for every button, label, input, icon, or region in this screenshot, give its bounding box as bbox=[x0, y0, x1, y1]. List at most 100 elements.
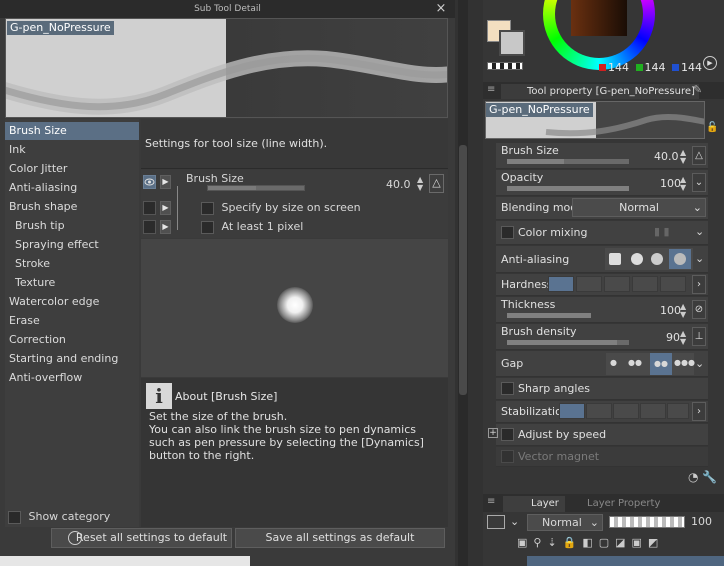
prop-brush-density-value[interactable]: 90 bbox=[666, 331, 680, 344]
tool-options-icons[interactable]: ◔ 🔧 bbox=[688, 470, 717, 484]
category-item[interactable]: Starting and ending bbox=[5, 350, 139, 368]
tab-tool-property[interactable]: Tool property [G-pen_NoPressure] bbox=[501, 84, 699, 99]
prop-brush-density[interactable]: Brush density 90 ▲ ▼ ⊥ bbox=[496, 324, 708, 350]
tab-layer-property[interactable]: Layer Property bbox=[567, 496, 666, 512]
color-mixing-checkbox[interactable] bbox=[501, 226, 514, 239]
expand-icon[interactable]: + bbox=[488, 428, 498, 438]
category-item[interactable]: Correction bbox=[5, 331, 139, 349]
gap-medium-icon[interactable]: ●● bbox=[628, 358, 642, 367]
gap-selector[interactable]: ● ●● ●● ●●● bbox=[606, 353, 695, 375]
visibility-toggle[interactable] bbox=[143, 201, 156, 215]
aa-medium-icon[interactable] bbox=[651, 253, 663, 265]
chevron-right-icon[interactable]: › bbox=[692, 275, 706, 294]
spinner-icon[interactable]: ▲ ▼ bbox=[680, 149, 686, 165]
pen-icon[interactable]: ✎ bbox=[693, 83, 702, 96]
prop-sharp-angles[interactable]: Sharp angles bbox=[496, 378, 708, 400]
category-item[interactable]: Texture bbox=[5, 274, 139, 292]
chevron-down-icon[interactable]: ⌄ bbox=[510, 515, 519, 528]
prop-thickness[interactable]: Thickness 100 ▲ ▼ ⊘ bbox=[496, 297, 708, 323]
pen-pressure-icon[interactable]: ⊥ bbox=[692, 327, 706, 346]
category-item[interactable]: Anti-overflow bbox=[5, 369, 139, 387]
layer-row[interactable] bbox=[527, 556, 724, 566]
spinner-icon[interactable]: ▲ ▼ bbox=[680, 330, 686, 346]
gap-wide-icon[interactable]: ●● bbox=[650, 353, 672, 375]
dynamics-button[interactable]: △ bbox=[692, 146, 706, 165]
chevron-down-icon[interactable]: ⌄ bbox=[695, 357, 704, 370]
stabilization-level-5[interactable] bbox=[667, 403, 689, 419]
stabilization-level-3[interactable] bbox=[613, 403, 639, 419]
hardness-level-3[interactable] bbox=[604, 276, 630, 292]
prop-thickness-value[interactable]: 100 bbox=[660, 304, 681, 317]
prop-brush-size[interactable]: Brush Size 40.0 ▲ ▼ △ bbox=[496, 143, 708, 169]
stabilization-level-1[interactable] bbox=[559, 403, 585, 419]
show-category-checkbox[interactable] bbox=[8, 510, 21, 524]
layer-tool-icons[interactable]: ▣⚲⇣🔒◧▢◪▣◩ bbox=[517, 536, 664, 549]
layer-blend-select[interactable]: Normal ⌄ bbox=[527, 514, 603, 531]
at-least-1px-checkbox[interactable] bbox=[201, 220, 214, 234]
thickness-slider[interactable] bbox=[507, 313, 591, 318]
transparent-swatch[interactable] bbox=[487, 62, 523, 70]
aa-weak-icon[interactable] bbox=[631, 253, 643, 265]
aa-strong-icon[interactable] bbox=[669, 249, 691, 269]
specify-by-size-option[interactable]: Specify by size on screen bbox=[201, 201, 361, 215]
spinner-icon[interactable]: ▲ ▼ bbox=[680, 176, 686, 192]
hardness-level-4[interactable] bbox=[632, 276, 658, 292]
close-icon[interactable]: × bbox=[433, 0, 449, 18]
hardness-level-5[interactable] bbox=[660, 276, 686, 292]
chevron-down-icon[interactable]: ⌄ bbox=[695, 252, 704, 265]
category-item[interactable]: Anti-aliasing bbox=[5, 179, 139, 197]
menu-icon[interactable]: ≡ bbox=[487, 496, 495, 507]
menu-icon[interactable]: ≡ bbox=[487, 84, 495, 95]
category-item[interactable]: Color Jitter bbox=[5, 160, 139, 178]
tab-layer[interactable]: Layer bbox=[503, 496, 565, 512]
layer-color-icon[interactable] bbox=[487, 515, 505, 529]
category-item[interactable]: Erase bbox=[5, 312, 139, 330]
chevron-down-icon[interactable]: ⌄ bbox=[695, 225, 704, 238]
show-category-toggle[interactable]: Show category bbox=[8, 510, 110, 524]
category-item[interactable]: Stroke bbox=[5, 255, 139, 273]
anti-aliasing-selector[interactable] bbox=[605, 248, 693, 270]
category-item[interactable]: Watercolor edge bbox=[5, 293, 139, 311]
aa-none-icon[interactable] bbox=[609, 253, 621, 265]
stabilization-level-2[interactable] bbox=[586, 403, 612, 419]
brush-size-slider[interactable] bbox=[207, 185, 305, 191]
category-item[interactable]: Brush shape bbox=[5, 198, 139, 216]
brush-size-value[interactable]: 40.0 bbox=[386, 178, 411, 191]
play-icon[interactable]: ▶ bbox=[160, 220, 171, 234]
hardness-level-2[interactable] bbox=[576, 276, 602, 292]
dynamics-button[interactable]: △ bbox=[429, 174, 444, 193]
chevron-right-icon[interactable]: › bbox=[692, 402, 706, 421]
chevron-down-icon[interactable]: ⌄ bbox=[692, 173, 706, 192]
play-icon[interactable]: ▶ bbox=[160, 201, 171, 215]
blending-mode-select[interactable]: Normal ⌄ bbox=[572, 198, 706, 217]
at-least-1px-option[interactable]: At least 1 pixel bbox=[201, 220, 303, 234]
prop-brush-size-value[interactable]: 40.0 bbox=[654, 150, 679, 163]
saturation-square[interactable] bbox=[571, 0, 627, 36]
eye-icon[interactable] bbox=[143, 175, 156, 189]
spinner-icon[interactable]: ▲ ▼ bbox=[680, 303, 686, 319]
gap-widest-icon[interactable]: ●●● bbox=[674, 358, 695, 367]
visibility-toggle[interactable] bbox=[143, 220, 156, 234]
reset-defaults-button[interactable]: Reset all settings to default bbox=[51, 528, 232, 548]
direction-icon[interactable]: ⊘ bbox=[692, 300, 706, 319]
category-item[interactable]: Spraying effect bbox=[5, 236, 139, 254]
gap-narrow-icon[interactable]: ● bbox=[610, 358, 617, 367]
category-item[interactable]: Ink bbox=[5, 141, 139, 159]
brush-density-slider[interactable] bbox=[507, 340, 629, 345]
prop-color-mixing[interactable]: Color mixing ▮ ▮ ⌄ bbox=[496, 221, 708, 245]
prop-opacity-value[interactable]: 100 bbox=[660, 177, 681, 190]
opacity-slider[interactable] bbox=[507, 186, 629, 191]
layer-opacity-value[interactable]: 100 bbox=[691, 515, 712, 528]
prop-adjust-by-speed[interactable]: + Adjust by speed bbox=[488, 424, 708, 446]
stabilization-level-4[interactable] bbox=[640, 403, 666, 419]
sub-color-swatch[interactable] bbox=[499, 30, 525, 56]
play-icon[interactable]: ▶ bbox=[160, 175, 171, 189]
save-defaults-button[interactable]: Save all settings as default bbox=[235, 528, 445, 548]
lock-icon[interactable]: 🔓 bbox=[706, 122, 718, 133]
scrollbar-thumb[interactable] bbox=[459, 145, 467, 395]
brush-size-slider[interactable] bbox=[507, 159, 629, 164]
hardness-level-1[interactable] bbox=[548, 276, 574, 292]
sharp-angles-checkbox[interactable] bbox=[501, 382, 514, 395]
category-item[interactable]: Brush Size bbox=[5, 122, 139, 140]
prop-opacity[interactable]: Opacity 100 ▲ ▼ ⌄ bbox=[496, 170, 708, 196]
